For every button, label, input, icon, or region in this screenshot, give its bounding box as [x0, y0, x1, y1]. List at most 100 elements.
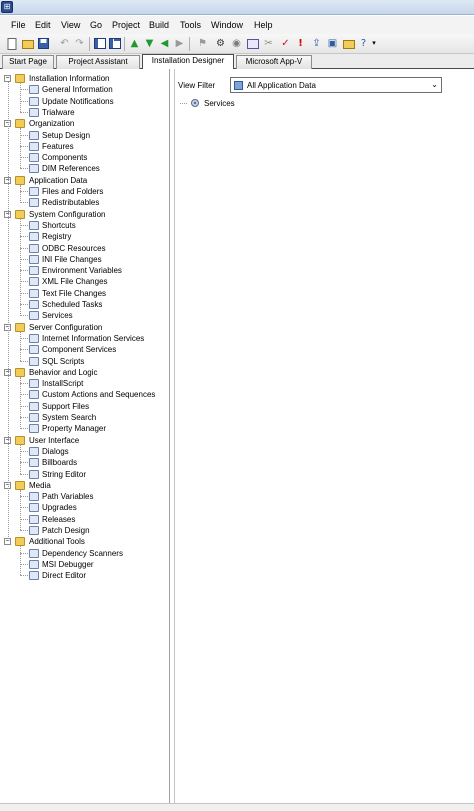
tab-project-assistant[interactable]: Project Assistant	[56, 55, 140, 69]
tree-connector	[20, 394, 28, 395]
collapse-icon[interactable]: −	[4, 75, 11, 82]
tree-item-label: Components	[42, 153, 88, 162]
menu-tools[interactable]: Tools	[180, 20, 201, 30]
services-label: Services	[204, 99, 235, 108]
tree-item-icon	[29, 85, 39, 94]
folder-icon	[15, 119, 25, 128]
tree-item-icon	[29, 390, 39, 399]
folder-icon	[15, 210, 25, 219]
toolbar-separator	[89, 37, 90, 51]
tree-item-icon	[29, 379, 39, 388]
tree-connector	[20, 361, 28, 362]
tree-connector	[20, 270, 28, 271]
tree-item-icon	[29, 549, 39, 558]
tree-item-label: Setup Design	[42, 131, 91, 140]
tree-item-label: Environment Variables	[42, 266, 122, 275]
tree-item-icon	[29, 571, 39, 580]
tree-item-label: XML File Changes	[42, 277, 108, 286]
up-arrow-icon[interactable]: ▲	[128, 37, 141, 50]
tree-connector	[20, 281, 28, 282]
redo-icon[interactable]: ↷	[73, 37, 86, 50]
tree-connector	[20, 101, 28, 102]
status-strip	[0, 803, 474, 811]
tab-installation-designer[interactable]: Installation Designer	[142, 54, 234, 69]
folder-icon	[15, 537, 25, 546]
tree-connector	[20, 293, 28, 294]
tree-connector	[20, 191, 28, 192]
tree-item-icon	[29, 266, 39, 275]
undo-icon[interactable]: ↶	[58, 37, 71, 50]
new-icon[interactable]	[6, 37, 19, 50]
menu-bar: File Edit View Go Project Build Tools Wi…	[0, 16, 474, 34]
tree-connector	[20, 185, 21, 203]
menu-file[interactable]: File	[11, 20, 26, 30]
menu-go[interactable]: Go	[90, 20, 102, 30]
toolbar-separator	[189, 37, 190, 51]
tree-item-icon	[29, 413, 39, 422]
tree-connector	[20, 236, 28, 237]
distribute-icon[interactable]: ⇪	[310, 37, 323, 50]
tree-group-label: Additional Tools	[29, 537, 85, 546]
view-filter-value: All Application Data	[247, 81, 316, 90]
tree-item-icon	[29, 153, 39, 162]
folder-icon	[15, 436, 25, 445]
menu-project[interactable]: Project	[112, 20, 140, 30]
forward-arrow-icon[interactable]: ▶	[173, 37, 186, 50]
run-icon[interactable]: ▣	[326, 37, 339, 50]
tree-item-icon	[29, 232, 39, 241]
tree-item-label: Billboards	[42, 458, 78, 467]
tree-item-icon	[29, 131, 39, 140]
down-arrow-icon[interactable]: ▼	[143, 37, 156, 50]
help-icon[interactable]: ?	[357, 37, 370, 50]
installshield-app-icon[interactable]: ⊞	[1, 1, 13, 13]
tree-connector	[20, 377, 21, 429]
tree-connector	[20, 259, 28, 260]
tree-connector	[20, 546, 21, 575]
compile-icon[interactable]: ◉	[230, 37, 243, 50]
tree-connector	[20, 490, 21, 530]
tree-item-label: Direct Editor	[42, 571, 87, 580]
tree-item-label: Registry	[42, 232, 72, 241]
tree-connector	[20, 383, 28, 384]
tree-item-label: InstallScript	[42, 379, 84, 388]
error-icon[interactable]: !	[294, 37, 307, 50]
toolbar: ↶ ↷ ▲ ▼ ◀ ▶ ⚑ ⚙ ◉ ✂ ✓ ! ⇪ ▣ ? ▾	[0, 34, 474, 54]
tab-start-page[interactable]: Start Page	[2, 55, 54, 69]
services-view-pane	[174, 69, 474, 803]
menu-help[interactable]: Help	[254, 20, 273, 30]
validate-icon[interactable]: ✓	[279, 37, 292, 50]
tree-group-label: Server Configuration	[29, 323, 103, 332]
menu-view[interactable]: View	[61, 20, 80, 30]
tree-item-icon	[29, 503, 39, 512]
build-icon[interactable]: ⚑	[196, 37, 209, 50]
settings-icon[interactable]: ⚙	[214, 37, 227, 50]
tree-item-icon	[29, 345, 39, 354]
tree-item-icon	[29, 424, 39, 433]
tree-group-label: Media	[29, 481, 51, 490]
release-icon[interactable]	[246, 37, 259, 50]
tree-connector	[20, 128, 21, 168]
tree-connector	[20, 146, 28, 147]
tree-item-label: Path Variables	[42, 492, 94, 501]
folder-icon[interactable]	[342, 37, 355, 50]
overflow-icon[interactable]: ▾	[370, 37, 378, 50]
tree-connector	[20, 304, 28, 305]
view-pane-icon[interactable]	[93, 37, 106, 50]
tree-connector	[20, 428, 28, 429]
open-icon[interactable]	[21, 37, 34, 50]
tree-item-label: Patch Design	[42, 526, 90, 535]
tree-connector	[20, 112, 28, 113]
menu-build[interactable]: Build	[149, 20, 169, 30]
tab-microsoft-app-v[interactable]: Microsoft App-V	[236, 55, 312, 69]
menu-window[interactable]: Window	[211, 20, 243, 30]
save-icon[interactable]	[37, 37, 50, 50]
menu-edit[interactable]: Edit	[35, 20, 51, 30]
cut-icon[interactable]: ✂	[262, 37, 275, 50]
tree-group-label: Organization	[29, 119, 75, 128]
tree-item-label: Features	[42, 142, 74, 151]
view-filter-dropdown[interactable]: All Application Data ⌄	[230, 77, 442, 93]
view-filter-label: View Filter	[178, 81, 216, 90]
tree-item-label: String Editor	[42, 470, 87, 479]
view-pane-alt-icon[interactable]	[108, 37, 121, 50]
back-arrow-icon[interactable]: ◀	[158, 37, 171, 50]
